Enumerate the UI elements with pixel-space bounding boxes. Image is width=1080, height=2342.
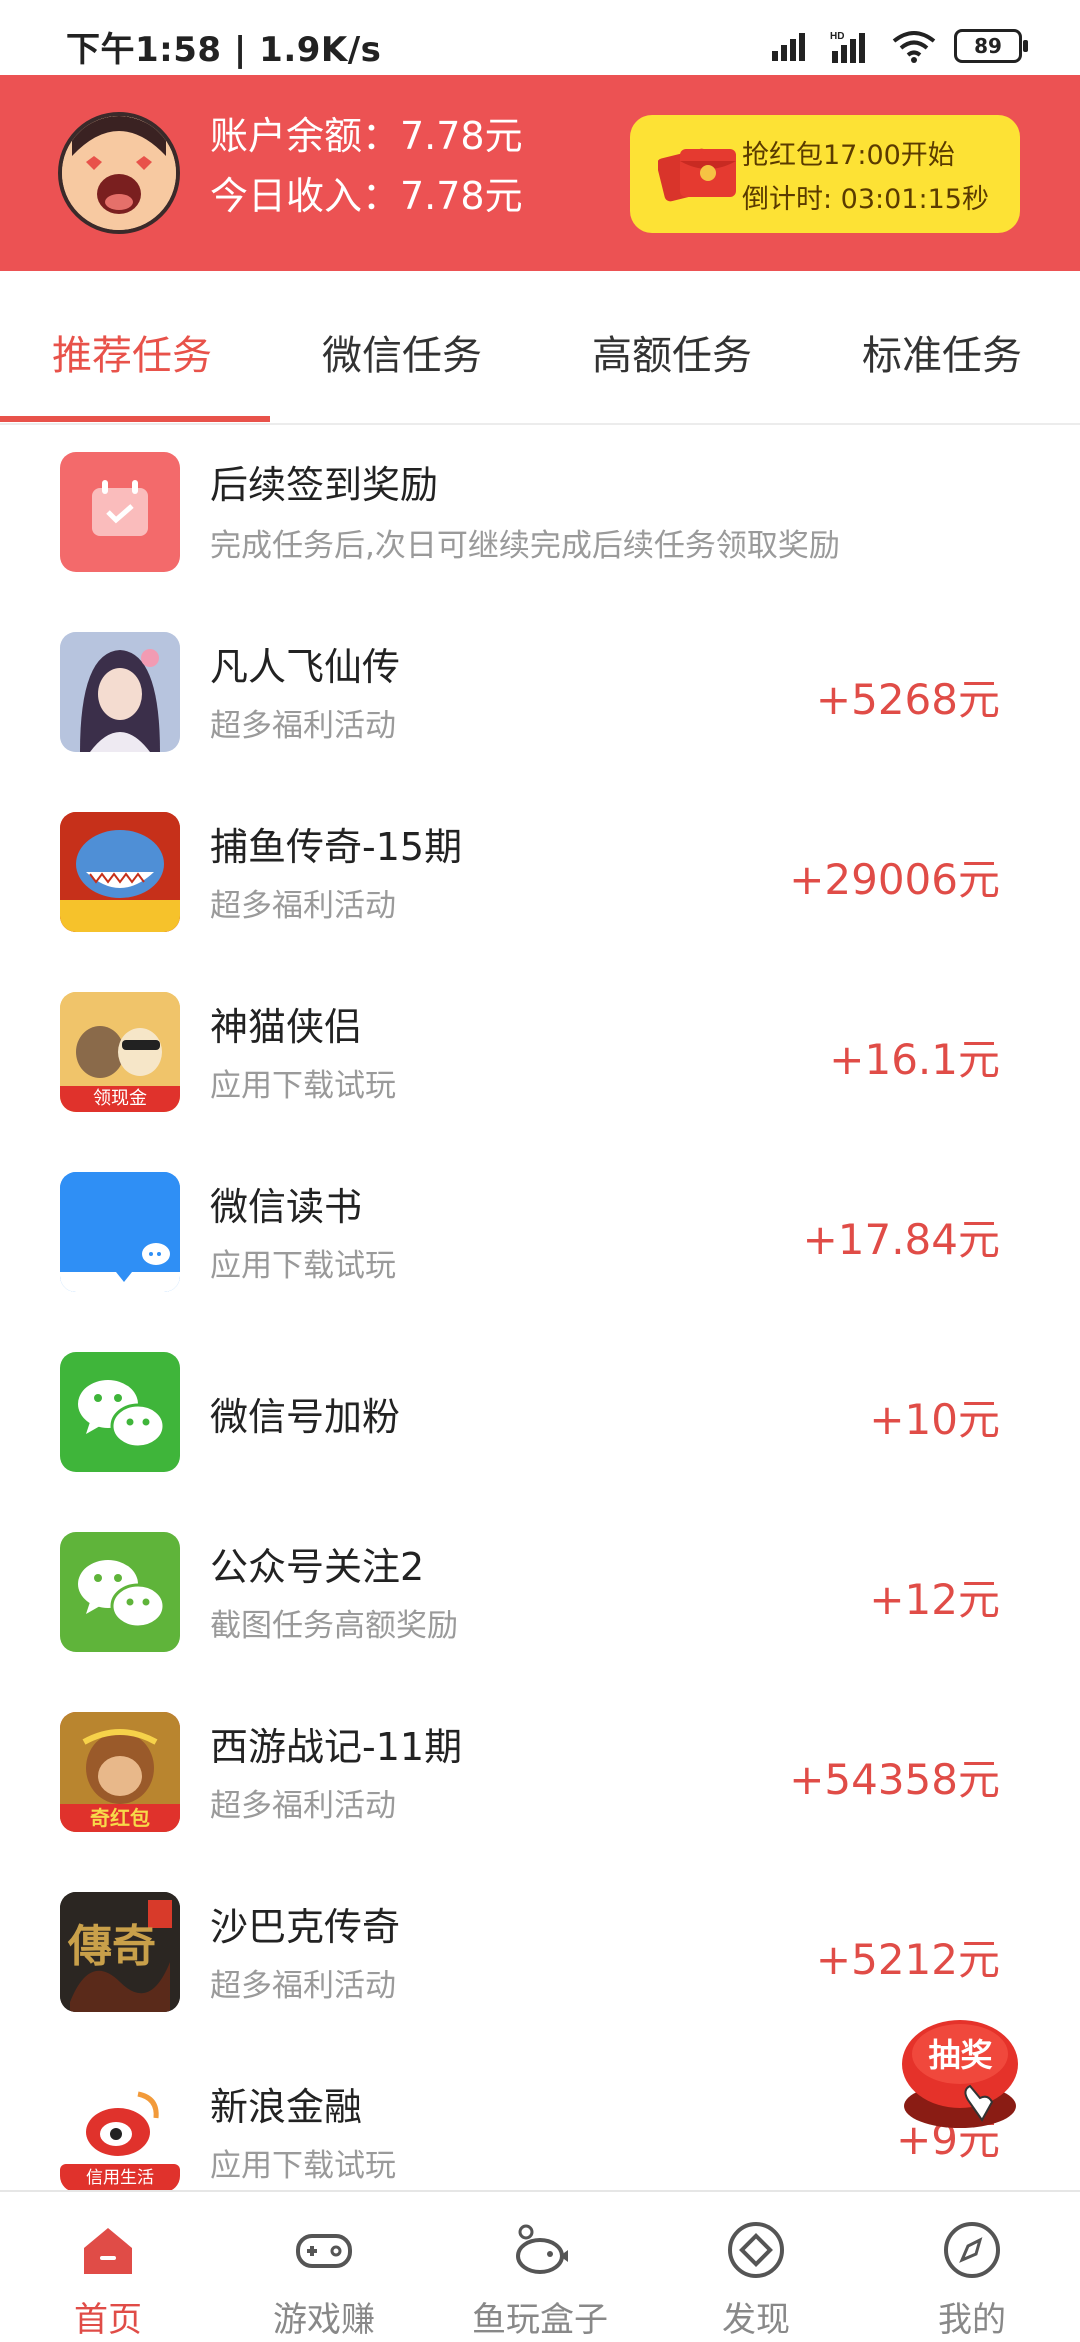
account-header: 账户余额：7.78元 今日收入：7.78元 抢红包17:00开始 倒计时: 03… bbox=[0, 75, 1080, 271]
tab-high-reward[interactable]: 高额任务 bbox=[592, 323, 752, 381]
tab-indicator bbox=[0, 416, 270, 422]
lottery-label: 抽奖 bbox=[928, 2036, 993, 2074]
nav-label: 首页 bbox=[74, 2300, 142, 2340]
nav-discover[interactable]: 发现 bbox=[648, 2192, 864, 2342]
list-item[interactable]: 微信读书 应用下载试玩 +17.84元 bbox=[0, 1144, 1080, 1324]
signal-icon bbox=[772, 33, 805, 61]
wechat-icon bbox=[60, 1532, 180, 1652]
list-item[interactable]: 领现金 神猫侠侣 应用下载试玩 +16.1元 bbox=[0, 964, 1080, 1144]
battery-icon: 89 bbox=[954, 29, 1028, 63]
task-subtitle: 应用下载试玩 bbox=[210, 1248, 396, 1284]
signal-hd-icon: HD bbox=[830, 31, 865, 63]
list-item[interactable]: 微信号加粉 +10元 bbox=[0, 1324, 1080, 1504]
task-title: 新浪金融 bbox=[210, 2085, 363, 2129]
nav-label: 发现 bbox=[722, 2300, 790, 2340]
shark-game-icon bbox=[60, 812, 180, 932]
task-subtitle: 超多福利活动 bbox=[210, 888, 396, 924]
wechat-read-icon bbox=[60, 1172, 180, 1292]
legend-game-icon: 傳奇 bbox=[60, 1892, 180, 2012]
game-portrait-icon bbox=[60, 632, 180, 752]
task-title: 微信号加粉 bbox=[210, 1395, 401, 1439]
task-subtitle: 截图任务高额奖励 bbox=[210, 1608, 458, 1644]
bottom-nav: 首页 游戏赚 鱼玩盒子 发现 我的 bbox=[0, 2190, 1080, 2342]
avatar[interactable] bbox=[58, 112, 180, 234]
task-reward: +5268元 bbox=[815, 675, 1000, 724]
nav-mine[interactable]: 我的 bbox=[864, 2192, 1080, 2342]
task-title: 微信读书 bbox=[210, 1185, 363, 1229]
task-subtitle: 完成任务后,次日可继续完成后续任务领取奖励 bbox=[210, 528, 840, 564]
task-title: 沙巴克传奇 bbox=[210, 1905, 401, 1949]
task-title: 西游战记-11期 bbox=[210, 1725, 463, 1769]
list-item[interactable]: 后续签到奖励 完成任务后,次日可继续完成后续任务领取奖励 bbox=[0, 424, 1080, 604]
nav-game-earn[interactable]: 游戏赚 bbox=[216, 2192, 432, 2342]
task-subtitle: 应用下载试玩 bbox=[210, 1068, 396, 1104]
list-item[interactable]: 捕鱼传奇-15期 超多福利活动 +29006元 bbox=[0, 784, 1080, 964]
list-item[interactable]: 奇红包 西游战记-11期 超多福利活动 +54358元 bbox=[0, 1684, 1080, 1864]
task-title: 后续签到奖励 bbox=[210, 463, 439, 507]
redpacket-countdown: 倒计时: 03:01:15秒 bbox=[742, 184, 989, 215]
task-reward: +10元 bbox=[869, 1395, 1000, 1444]
discover-icon bbox=[728, 2222, 784, 2278]
monkey-king-icon: 奇红包 bbox=[60, 1712, 180, 1832]
task-title: 凡人飞仙传 bbox=[210, 645, 401, 689]
task-reward: +54358元 bbox=[789, 1755, 1000, 1804]
cat-hero-icon: 领现金 bbox=[60, 992, 180, 1112]
home-icon bbox=[84, 2228, 132, 2274]
app-badge: 傳奇 bbox=[68, 1921, 156, 1972]
svg-text:HD: HD bbox=[830, 31, 844, 42]
weibo-icon: 信用生活 bbox=[60, 2072, 180, 2190]
status-icons: HD 89 bbox=[772, 26, 1028, 66]
red-envelope-icon bbox=[658, 148, 736, 202]
redpacket-card[interactable]: 抢红包17:00开始 倒计时: 03:01:15秒 bbox=[630, 115, 1020, 233]
app-badge: 信用生活 bbox=[86, 2168, 154, 2188]
wechat-icon bbox=[60, 1352, 180, 1472]
task-title: 捕鱼传奇-15期 bbox=[210, 825, 463, 869]
nav-fish-box[interactable]: 鱼玩盒子 bbox=[432, 2192, 648, 2342]
status-bar: 下午1:58 | 1.9K/s HD 89 bbox=[0, 0, 1080, 75]
fish-box-icon bbox=[516, 2224, 568, 2274]
app-badge: 奇红包 bbox=[90, 1806, 150, 1830]
status-time-speed: 下午1:58 | 1.9K/s bbox=[66, 30, 382, 70]
wifi-icon bbox=[892, 31, 936, 63]
tab-standard[interactable]: 标准任务 bbox=[862, 323, 1022, 381]
calendar-check-icon bbox=[60, 452, 180, 572]
task-reward: +17.84元 bbox=[802, 1215, 1000, 1264]
task-reward: +12元 bbox=[869, 1575, 1000, 1624]
compass-icon bbox=[944, 2222, 1000, 2278]
nav-label: 鱼玩盒子 bbox=[472, 2300, 608, 2340]
account-balance: 账户余额：7.78元 bbox=[210, 114, 523, 158]
task-subtitle: 超多福利活动 bbox=[210, 1788, 396, 1824]
task-title: 公众号关注2 bbox=[210, 1545, 425, 1589]
avatar-face-icon bbox=[62, 116, 176, 230]
tab-wechat[interactable]: 微信任务 bbox=[322, 323, 482, 381]
task-tabs: 推荐任务 微信任务 高额任务 标准任务 bbox=[0, 271, 1080, 425]
task-list: 后续签到奖励 完成任务后,次日可继续完成后续任务领取奖励 凡人飞仙传 超多福利活… bbox=[0, 424, 1080, 2190]
redpacket-start: 抢红包17:00开始 bbox=[742, 140, 955, 171]
gamepad-icon bbox=[296, 2234, 352, 2268]
task-reward: +16.1元 bbox=[829, 1035, 1000, 1084]
task-reward: +5212元 bbox=[815, 1935, 1000, 1984]
task-reward: +29006元 bbox=[789, 855, 1000, 904]
today-income: 今日收入：7.78元 bbox=[210, 174, 523, 218]
lottery-button[interactable]: 抽奖 bbox=[898, 2014, 1023, 2134]
task-subtitle: 超多福利活动 bbox=[210, 708, 396, 744]
nav-label: 我的 bbox=[938, 2300, 1006, 2340]
nav-label: 游戏赚 bbox=[273, 2300, 375, 2340]
task-subtitle: 超多福利活动 bbox=[210, 1968, 396, 2004]
task-title: 神猫侠侣 bbox=[210, 1005, 363, 1049]
task-subtitle: 应用下载试玩 bbox=[210, 2148, 396, 2184]
app-badge: 领现金 bbox=[93, 1088, 147, 1109]
nav-home[interactable]: 首页 bbox=[0, 2192, 216, 2342]
list-item[interactable]: 公众号关注2 截图任务高额奖励 +12元 bbox=[0, 1504, 1080, 1684]
tab-recommended[interactable]: 推荐任务 bbox=[52, 323, 212, 381]
list-item[interactable]: 凡人飞仙传 超多福利活动 +5268元 bbox=[0, 604, 1080, 784]
